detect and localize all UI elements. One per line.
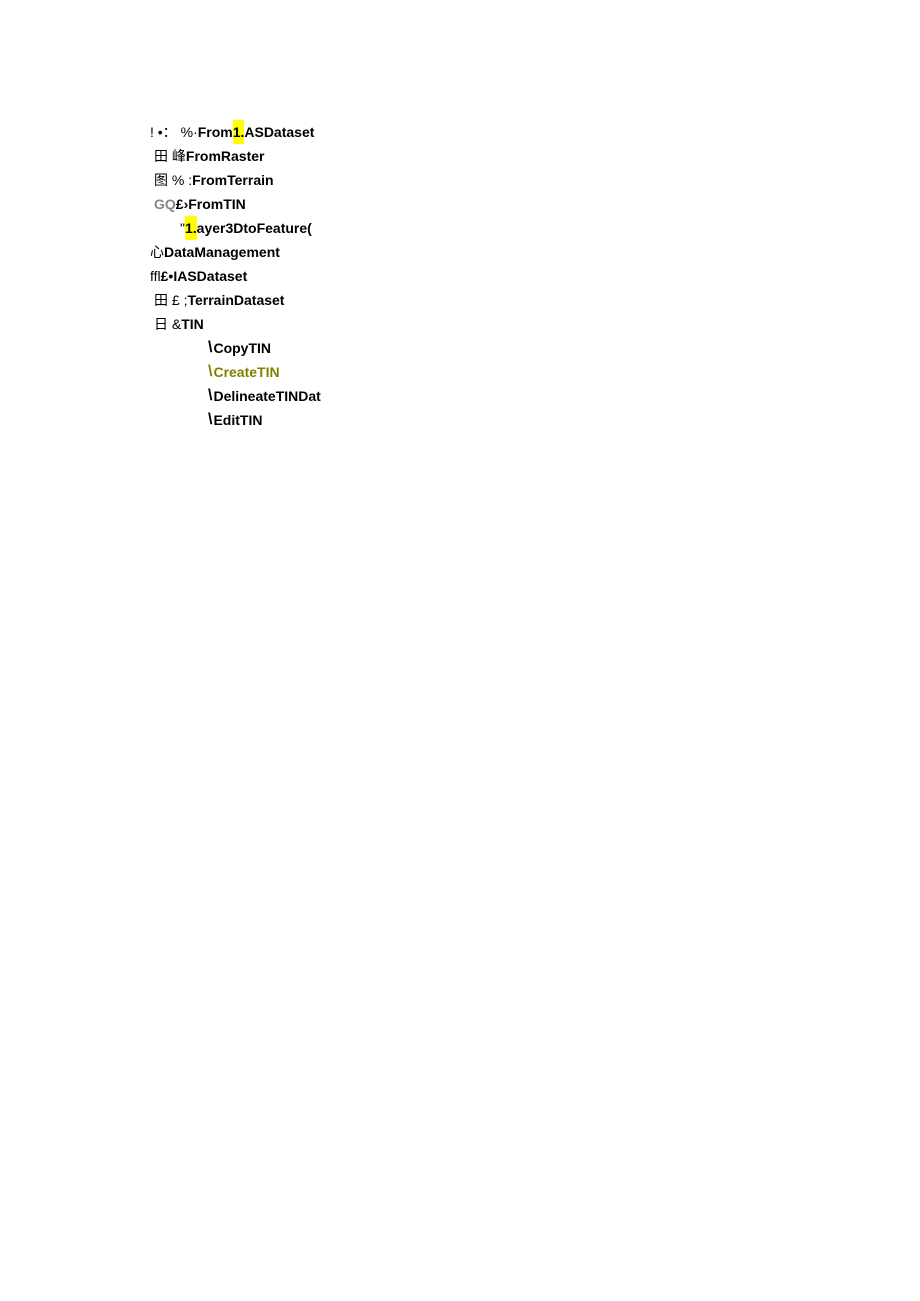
tree-item-from-terrain[interactable]: 图 % : FromTerrain xyxy=(154,168,920,192)
highlighted-text: 1. xyxy=(233,120,245,144)
backslash-icon: \ xyxy=(208,360,212,384)
tree-mid: £• xyxy=(161,264,174,288)
tree-item-from-asdataset[interactable]: ! •： %· From1.ASDataset xyxy=(150,120,920,144)
tree-label-part: From xyxy=(198,120,233,144)
tree-item-from-raster[interactable]: 田 峰 FromRaster xyxy=(154,144,920,168)
tree-prefix: 心 xyxy=(150,240,164,264)
tree-item-tin[interactable]: 日 & TIN xyxy=(154,312,920,336)
tree-label: DelineateTINDat xyxy=(213,384,320,408)
tree-prefix-gray: GQ xyxy=(154,192,176,216)
tree-item-data-management[interactable]: 心 DataManagement xyxy=(150,240,920,264)
tree-item-layer3d[interactable]: "1.ayer3DtoFeature( xyxy=(180,216,920,240)
tree-label-part: ASDataset xyxy=(244,120,314,144)
tree-item-delineate-tin[interactable]: \ DelineateTINDat xyxy=(208,384,920,408)
tree-item-ias-dataset[interactable]: ffl£•IASDataset xyxy=(150,264,920,288)
tree-label: FromRaster xyxy=(186,144,265,168)
tree-item-from-tin[interactable]: GQ£›FromTIN xyxy=(154,192,920,216)
tree-item-copy-tin[interactable]: \ CopyTIN xyxy=(208,336,920,360)
tree-label: CopyTIN xyxy=(213,336,271,360)
backslash-icon: \ xyxy=(208,408,212,432)
tree-prefix: 田 峰 xyxy=(154,144,186,168)
tree-label: IASDataset xyxy=(173,264,247,288)
tree-label: TIN xyxy=(181,312,204,336)
tree-mid: £› xyxy=(176,192,188,216)
tree-label-part: ayer3DtoFeature( xyxy=(197,216,312,240)
tree-item-create-tin[interactable]: \ CreateTIN xyxy=(208,360,920,384)
tree-label: FromTIN xyxy=(188,192,246,216)
tree-prefix: ! •： %· xyxy=(150,120,198,144)
tree-prefix: 田 £ ; xyxy=(154,288,187,312)
tree-item-terrain-dataset[interactable]: 田 £ ; TerrainDataset xyxy=(154,288,920,312)
tree-prefix: 图 % : xyxy=(154,168,192,192)
tree-container: ! •： %· From1.ASDataset 田 峰 FromRaster 图… xyxy=(0,0,920,432)
tree-label: EditTIN xyxy=(213,408,262,432)
backslash-icon: \ xyxy=(208,384,212,408)
tree-label: FromTerrain xyxy=(192,168,273,192)
tree-label-highlighted: CreateTIN xyxy=(213,360,279,384)
backslash-icon: \ xyxy=(208,336,212,360)
tree-prefix: ffl xyxy=(150,264,161,288)
tree-item-edit-tin[interactable]: \ EditTIN xyxy=(208,408,920,432)
tree-label: TerrainDataset xyxy=(187,288,284,312)
tree-label: DataManagement xyxy=(164,240,280,264)
tree-prefix: 日 & xyxy=(154,312,181,336)
highlighted-text: 1. xyxy=(185,216,197,240)
